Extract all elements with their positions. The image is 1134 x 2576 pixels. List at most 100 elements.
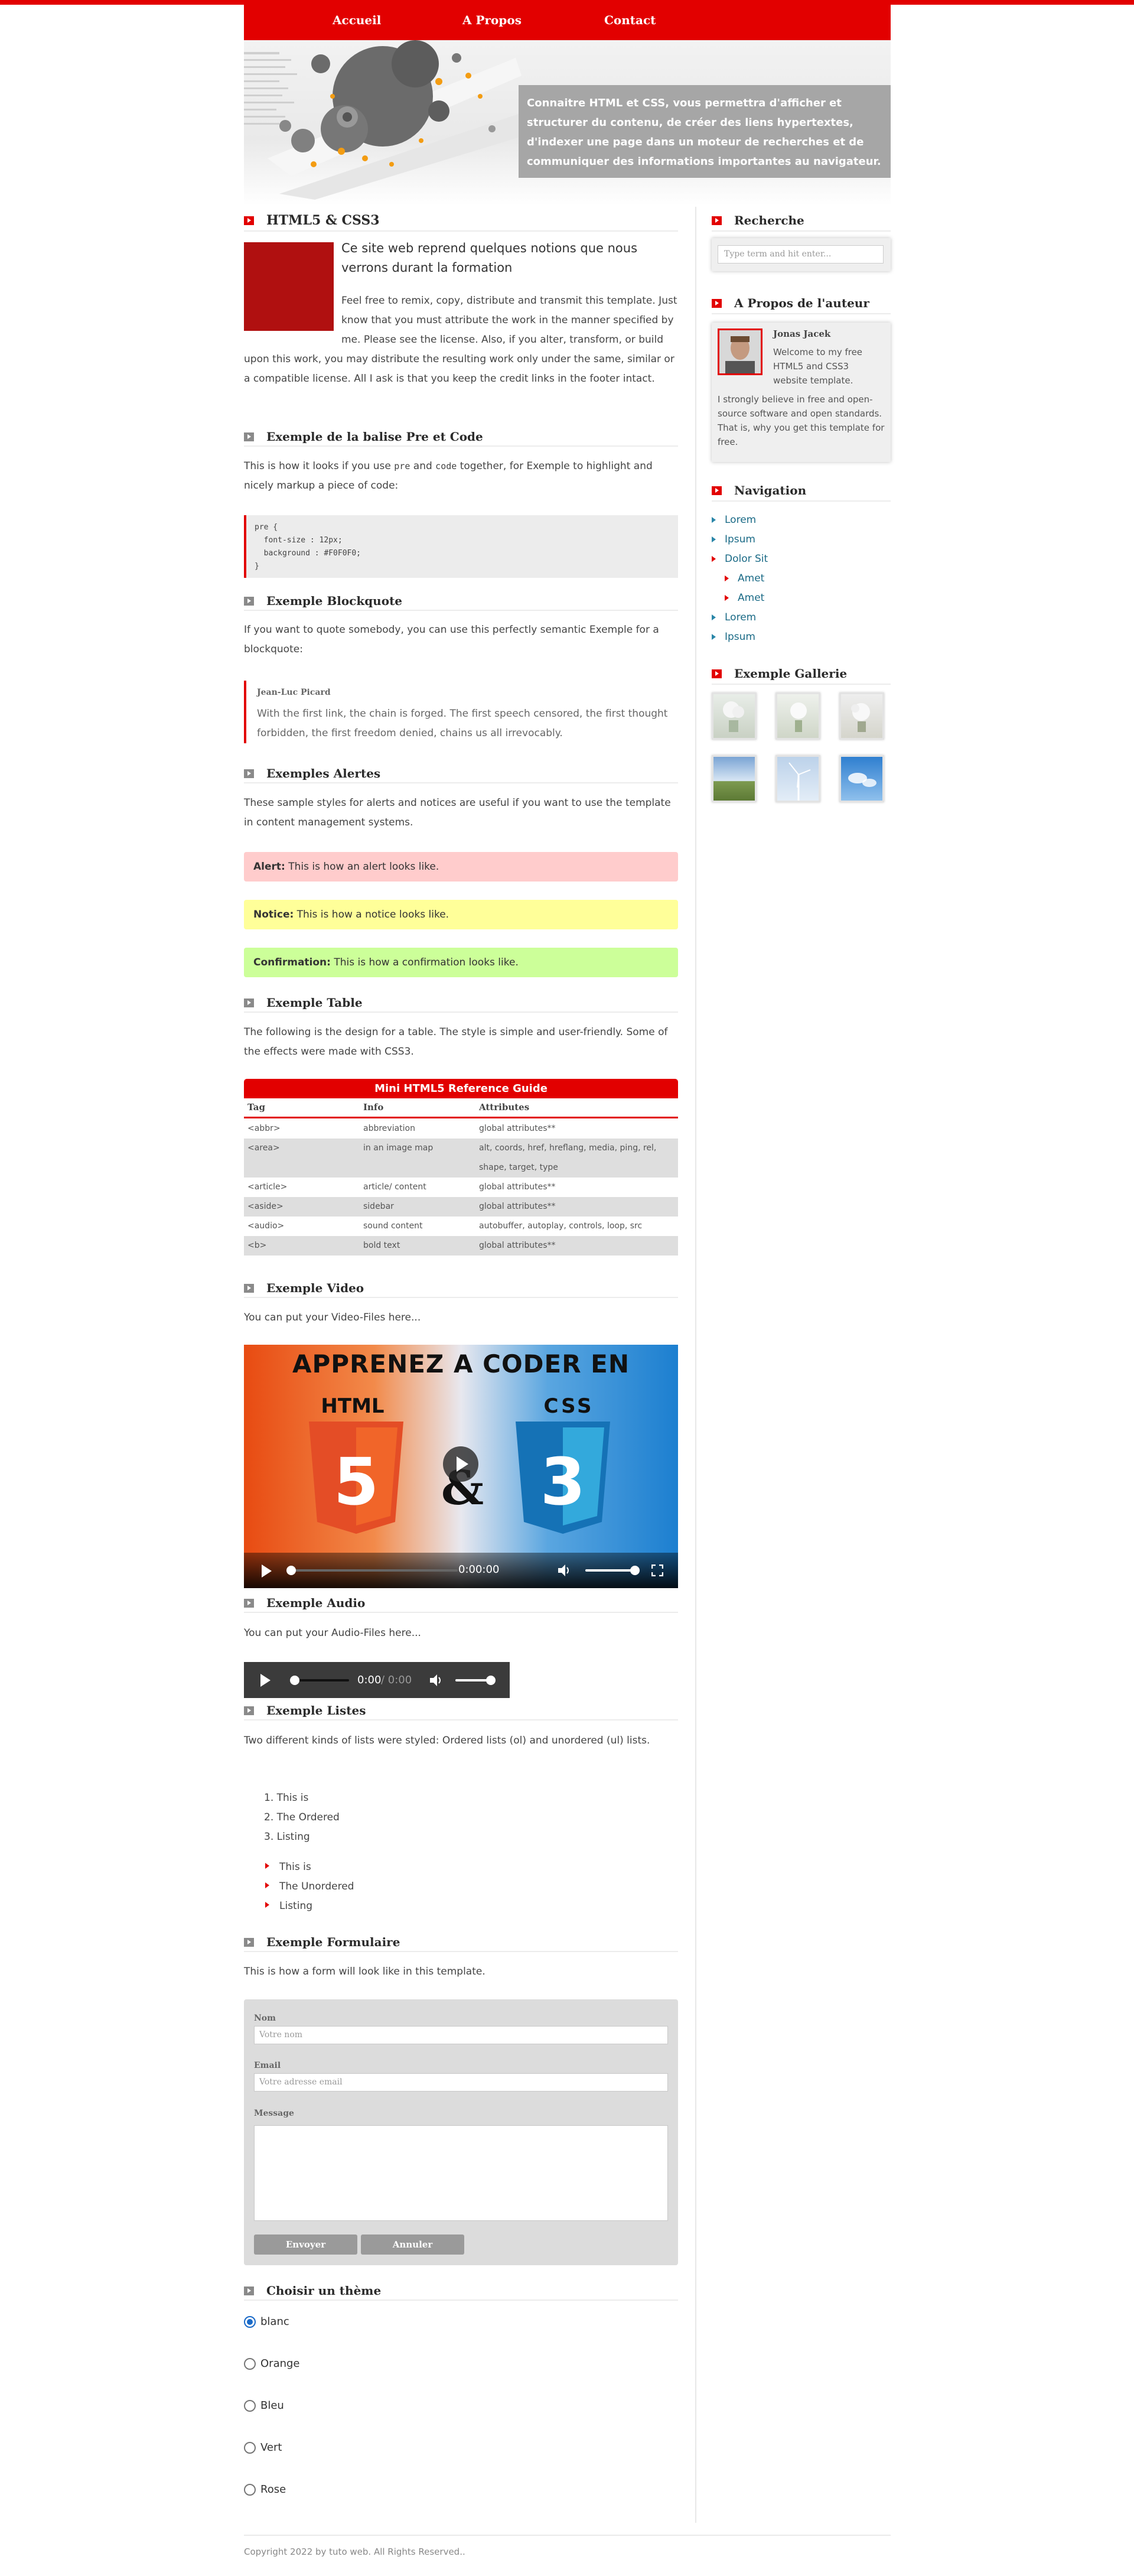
sidebar-nav-item[interactable]: Dolor Sit: [712, 553, 768, 565]
section-title-video: Exemple Video: [244, 1280, 678, 1298]
search-box: Type term and hit enter...: [712, 238, 891, 271]
nav-link-home[interactable]: Accueil: [333, 13, 381, 27]
message-textarea[interactable]: [254, 2125, 668, 2221]
section-title-theme: Choisir un thème: [244, 2283, 678, 2301]
email-field[interactable]: Votre adresse email: [254, 2073, 668, 2092]
audio-player[interactable]: 0:00 / 0:00: [244, 1662, 510, 1698]
column-divider: [695, 207, 696, 2523]
quote-author: Jean-Luc Picard: [257, 688, 331, 697]
message-label: Message: [254, 2109, 294, 2118]
pre-intro: This is how it looks if you use pre and …: [244, 460, 653, 492]
gallery-thumb-flower[interactable]: [775, 692, 820, 740]
volume-icon[interactable]: [557, 1563, 571, 1578]
table-row: <article> article/ content global attribut…: [244, 1178, 678, 1197]
section-title-blockquote: Exemple Blockquote: [244, 593, 678, 611]
sidebar-nav-item[interactable]: Lorem: [712, 514, 756, 526]
gallery-thumb-flower[interactable]: [712, 692, 757, 740]
author-text: I strongly believe in free and open-sour…: [718, 394, 885, 447]
section-title-audio: Exemple Audio: [244, 1595, 678, 1613]
gallery-thumb-field[interactable]: [712, 755, 757, 802]
table-header-tag: Tag: [247, 1102, 265, 1113]
progress-slider[interactable]: [286, 1566, 458, 1575]
bullet-arrow-icon: [244, 1599, 254, 1608]
section-title-lists: Exemple Listes: [244, 1703, 678, 1720]
list-item: Listing: [265, 1897, 354, 1916]
theme-radio-bleu[interactable]: Bleu: [244, 2399, 284, 2413]
video-time: 0:00:00: [458, 1563, 500, 1576]
svg-text:3: 3: [540, 1444, 586, 1520]
theme-radio-rose[interactable]: Rose: [244, 2483, 286, 2497]
cancel-button[interactable]: Annuler: [361, 2235, 464, 2255]
header-banner: Connaitre HTML et CSS, vous permettra d'…: [244, 40, 891, 206]
fullscreen-icon[interactable]: [651, 1564, 664, 1577]
author-avatar: [718, 328, 762, 375]
nav-link-about[interactable]: A Propos: [462, 13, 522, 27]
audio-volume-slider[interactable]: [455, 1676, 496, 1685]
bullet-arrow-icon: [244, 1284, 254, 1293]
gallery-thumb-windmill[interactable]: [775, 755, 820, 802]
blockquote-intro: If you want to quote somebody, you can u…: [244, 624, 659, 655]
svg-text:5: 5: [334, 1444, 379, 1520]
volume-slider[interactable]: [585, 1566, 640, 1575]
sidebar-nav-item[interactable]: Ipsum: [712, 631, 755, 643]
table-header-row: Tag Info Attributes: [244, 1098, 678, 1118]
name-field[interactable]: Votre nom: [254, 2026, 668, 2044]
table-caption: Mini HTML5 Reference Guide: [244, 1079, 678, 1098]
list-item: 2. The Ordered: [264, 1811, 340, 1823]
sidebar-nav-item[interactable]: Lorem: [712, 612, 756, 623]
bullet-arrow-icon: [244, 216, 254, 225]
sidebar-nav-subitem[interactable]: Amet: [725, 573, 764, 584]
audio-progress-slider[interactable]: [290, 1676, 349, 1685]
volume-icon[interactable]: [429, 1673, 443, 1687]
html-label: HTML: [321, 1394, 384, 1418]
page-container: Accueil A Propos Contact Connaitre HTML …: [244, 0, 891, 2576]
theme-radio-vert[interactable]: Vert: [244, 2441, 282, 2455]
theme-radio-blanc[interactable]: blanc: [244, 2315, 289, 2329]
play-icon[interactable]: [260, 1674, 271, 1687]
search-input[interactable]: Type term and hit enter...: [718, 245, 884, 264]
audio-intro: You can put your Audio-Files here...: [244, 1627, 421, 1639]
list-item: 3. Listing: [264, 1831, 310, 1843]
section-title-intro: HTML5 & CSS3: [244, 212, 678, 232]
play-icon[interactable]: [262, 1565, 272, 1578]
bullet-arrow-icon: [712, 216, 722, 225]
contact-form: Nom Votre nom Email Votre adresse email …: [244, 1999, 678, 2265]
submit-button[interactable]: Envoyer: [254, 2235, 357, 2255]
bullet-arrow-icon: [244, 432, 254, 441]
gallery-thumb-flower[interactable]: [839, 692, 884, 740]
video-controls: 0:00:00: [244, 1553, 678, 1588]
sidebar-title-gallery: Exemple Gallerie: [712, 665, 891, 685]
table-row: <b> bold text global attributes**: [244, 1236, 678, 1256]
big-play-button[interactable]: [443, 1446, 478, 1482]
alerts-intro: These sample styles for alerts and notic…: [244, 797, 671, 828]
theme-radio-orange[interactable]: Orange: [244, 2357, 300, 2371]
quote-text: With the first link, the chain is forged…: [257, 708, 668, 739]
lists-intro: Two different kinds of lists were styled…: [244, 1735, 650, 1746]
notice-box: Notice: This is how a notice looks like.: [244, 900, 678, 929]
list-item: The Unordered: [265, 1877, 354, 1897]
audio-current-time: 0:00: [357, 1674, 382, 1686]
intro-lead: Ce site web reprend quelques notions que…: [341, 241, 638, 275]
table-header-info: Info: [363, 1102, 384, 1113]
video-player[interactable]: APPRENEZ A CODER EN HTML CSS 5 3 & 0:00:…: [244, 1345, 678, 1588]
table-row: <abbr> abbreviation global attributes**: [244, 1119, 678, 1139]
section-title-table: Exemple Table: [244, 995, 678, 1013]
bullet-arrow-icon: [244, 2286, 254, 2295]
sidebar-title-navigation: Navigation: [712, 482, 891, 502]
section-title-form: Exemple Formulaire: [244, 1934, 678, 1952]
section-title-alerts: Exemples Alertes: [244, 766, 678, 783]
bullet-arrow-icon: [712, 486, 722, 495]
nav-link-contact[interactable]: Contact: [604, 13, 656, 27]
play-icon: [457, 1456, 468, 1472]
gallery-thumb-sky[interactable]: [839, 755, 884, 802]
sidebar-nav-item[interactable]: Ipsum: [712, 534, 755, 545]
author-box: Jonas Jacek Welcome to my free HTML5 and…: [712, 323, 891, 462]
table-row: <area> in an image map alt, coords, href, …: [244, 1139, 678, 1178]
bullet-arrow-icon: [244, 1706, 254, 1715]
name-label: Nom: [254, 2014, 276, 2023]
sidebar-nav-subitem[interactable]: Amet: [725, 592, 764, 604]
css-label: CSS: [543, 1394, 594, 1418]
table-row: <audio> sound content autobuffer, autoplay…: [244, 1217, 678, 1236]
table-header-attributes: Attributes: [479, 1102, 530, 1113]
author-name: Jonas Jacek: [773, 328, 831, 339]
